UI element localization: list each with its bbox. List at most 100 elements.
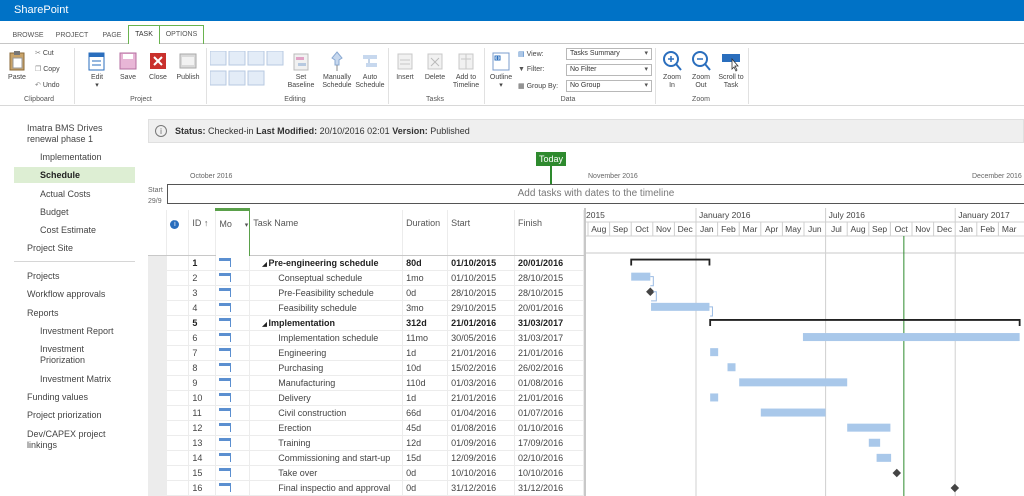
outline-button[interactable]: Outline ▾	[487, 50, 515, 90]
save-button[interactable]: Save	[117, 50, 139, 82]
row-selector[interactable]	[148, 270, 168, 286]
row-selector[interactable]	[148, 405, 168, 421]
indicator-cell[interactable]	[166, 480, 190, 496]
id-cell[interactable]: 12	[188, 420, 217, 436]
duration-cell[interactable]: 12d	[402, 435, 449, 451]
nav-investment-report[interactable]: Investment Report	[40, 326, 114, 337]
tab-options[interactable]: OPTIONS	[160, 25, 204, 45]
id-cell[interactable]: 6	[188, 330, 217, 346]
indicator-cell[interactable]	[166, 465, 190, 481]
row-selector[interactable]	[148, 450, 168, 466]
duration-header[interactable]: Duration	[402, 209, 449, 256]
table-row[interactable]: 3 Pre-Feasibility schedule 0d 28/10/2015 28/…	[148, 285, 584, 301]
row-selector[interactable]	[148, 480, 168, 496]
row-selector[interactable]	[148, 330, 168, 346]
finish-cell[interactable]: 31/03/2017	[514, 330, 584, 346]
mode-cell[interactable]	[215, 300, 251, 316]
finish-cell[interactable]: 17/09/2016	[514, 435, 584, 451]
nav-project-name[interactable]: Imatra BMS Drives renewal phase 1	[27, 123, 127, 145]
id-cell[interactable]: 13	[188, 435, 217, 451]
duration-cell[interactable]: 1d	[402, 345, 449, 361]
tab-page[interactable]: PAGE	[98, 28, 126, 44]
auto-schedule-button[interactable]: Auto Schedule	[354, 50, 386, 90]
id-cell[interactable]: 9	[188, 375, 217, 391]
start-cell[interactable]: 01/09/2016	[447, 435, 516, 451]
table-row[interactable]: 2 Conseptual schedule 1mo 01/10/2015 28/10/2…	[148, 270, 584, 286]
nav-implementation[interactable]: Implementation	[40, 152, 102, 163]
mode-cell[interactable]	[215, 375, 251, 391]
task-name-cell[interactable]: Pre-Feasibility schedule	[249, 285, 404, 301]
nav-funding-values[interactable]: Funding values	[27, 392, 88, 403]
table-row[interactable]: 5 ◢ Implementation 312d 21/01/2016 31/03/201…	[148, 315, 584, 331]
undo-button[interactable]: ↶ Undo	[35, 81, 60, 89]
indicators-header[interactable]: i	[166, 209, 190, 256]
row-selector[interactable]	[148, 315, 168, 331]
finish-cell[interactable]: 01/10/2016	[514, 420, 584, 436]
table-row[interactable]: 6 Implementation schedule 11mo 30/05/2016 31…	[148, 330, 584, 346]
indicator-cell[interactable]	[166, 285, 190, 301]
indicator-cell[interactable]	[166, 360, 190, 376]
duration-cell[interactable]: 0d	[402, 285, 449, 301]
paste-button[interactable]: Paste	[4, 50, 30, 82]
id-cell[interactable]: 8	[188, 360, 217, 376]
duration-cell[interactable]: 45d	[402, 420, 449, 436]
row-selector[interactable]	[148, 345, 168, 361]
start-cell[interactable]: 01/03/2016	[447, 375, 516, 391]
finish-cell[interactable]: 20/01/2016	[514, 300, 584, 316]
duration-cell[interactable]: 66d	[402, 405, 449, 421]
start-cell[interactable]: 21/01/2016	[447, 315, 516, 331]
indicator-cell[interactable]	[166, 375, 190, 391]
start-cell[interactable]: 29/10/2015	[447, 300, 516, 316]
indicator-cell[interactable]	[166, 420, 190, 436]
mode-cell[interactable]	[215, 465, 251, 481]
table-row[interactable]: 9 Manufacturing 110d 01/03/2016 01/08/2016	[148, 375, 584, 391]
nav-project-site[interactable]: Project Site	[27, 243, 73, 254]
duration-cell[interactable]: 10d	[402, 360, 449, 376]
start-cell[interactable]: 01/04/2016	[447, 405, 516, 421]
task-name-cell[interactable]: Civil construction	[249, 405, 404, 421]
task-name-cell[interactable]: Implementation schedule	[249, 330, 404, 346]
start-cell[interactable]: 31/12/2016	[447, 480, 516, 496]
task-name-cell[interactable]: Final inspectio and approval	[249, 480, 404, 496]
task-name-cell[interactable]: Engineering	[249, 345, 404, 361]
finish-cell[interactable]: 10/10/2016	[514, 465, 584, 481]
table-row[interactable]: 8 Purchasing 10d 15/02/2016 26/02/2016	[148, 360, 584, 376]
finish-header[interactable]: Finish	[514, 209, 584, 256]
id-cell[interactable]: 5	[188, 315, 217, 331]
task-name-header[interactable]: Task Name	[249, 209, 404, 256]
start-header[interactable]: Start	[447, 209, 516, 256]
id-cell[interactable]: 14	[188, 450, 217, 466]
duration-cell[interactable]: 1d	[402, 390, 449, 406]
nav-project-priorization[interactable]: Project priorization	[27, 410, 102, 421]
nav-investment-priorization[interactable]: Investment Priorization	[40, 344, 120, 366]
row-selector[interactable]	[148, 360, 168, 376]
mode-cell[interactable]	[215, 420, 251, 436]
tab-project[interactable]: PROJECT	[54, 28, 90, 44]
mode-header[interactable]: Mo ▾	[215, 208, 251, 256]
finish-cell[interactable]: 20/01/2016	[514, 255, 584, 271]
timeline-bar[interactable]: Add tasks with dates to the timeline	[167, 184, 1024, 204]
task-name-cell[interactable]: Erection	[249, 420, 404, 436]
indicator-cell[interactable]	[166, 330, 190, 346]
nav-investment-matrix[interactable]: Investment Matrix	[40, 374, 111, 385]
table-row[interactable]: 14 Commissioning and start-up 15d 12/09/201…	[148, 450, 584, 466]
mode-cell[interactable]	[215, 285, 251, 301]
row-selector[interactable]	[148, 390, 168, 406]
scroll-to-task-button[interactable]: Scroll to Task	[716, 50, 746, 90]
mode-cell[interactable]	[215, 390, 251, 406]
finish-cell[interactable]: 02/10/2016	[514, 450, 584, 466]
id-header[interactable]: ID ↑	[188, 209, 217, 256]
task-name-cell[interactable]: Commissioning and start-up	[249, 450, 404, 466]
manually-schedule-button[interactable]: Manually Schedule	[320, 50, 354, 90]
finish-cell[interactable]: 31/03/2017	[514, 315, 584, 331]
start-cell[interactable]: 21/01/2016	[447, 390, 516, 406]
finish-cell[interactable]: 28/10/2015	[514, 270, 584, 286]
row-selector[interactable]	[148, 375, 168, 391]
duration-cell[interactable]: 312d	[402, 315, 449, 331]
indicator-cell[interactable]	[166, 300, 190, 316]
task-name-cell[interactable]: Manufacturing	[249, 375, 404, 391]
nav-budget[interactable]: Budget	[40, 207, 69, 218]
id-cell[interactable]: 7	[188, 345, 217, 361]
row-selector[interactable]	[148, 420, 168, 436]
row-selector[interactable]	[148, 465, 168, 481]
